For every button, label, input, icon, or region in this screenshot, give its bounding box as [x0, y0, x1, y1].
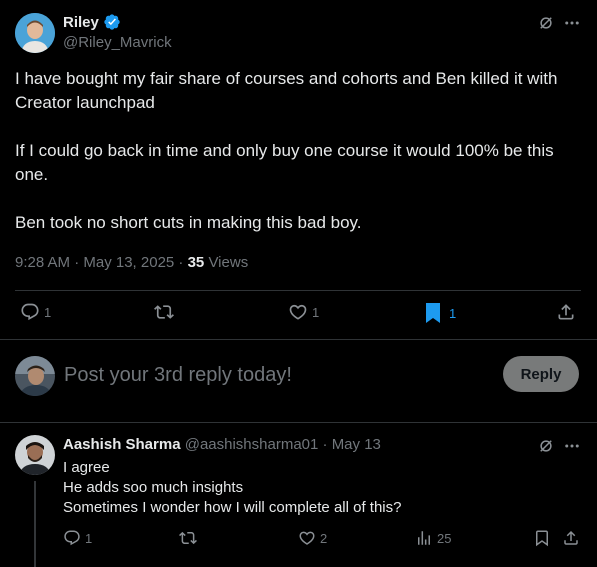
reply-reply-action[interactable]: 1 [63, 529, 92, 547]
repost-icon [179, 529, 197, 547]
grok-icon[interactable] [537, 14, 555, 32]
reply-repost-action[interactable] [179, 529, 197, 547]
reply-like-action[interactable]: 2 [298, 529, 327, 547]
reply-composer: Reply [0, 340, 597, 422]
repost-icon [154, 302, 174, 322]
reply-date[interactable]: · May 13 [318, 436, 381, 453]
share-icon [562, 529, 580, 547]
share-icon [556, 302, 576, 322]
post-timestamp[interactable]: 9:28 AM · May 13, 2025 · [15, 254, 188, 271]
reply-button-label: Reply [520, 365, 562, 383]
user-avatar[interactable] [15, 356, 55, 396]
bookmark-icon [423, 302, 443, 324]
heart-icon [288, 302, 308, 322]
reply-count: 1 [44, 304, 52, 320]
post-line: one. [15, 165, 49, 184]
divider [15, 290, 581, 291]
heart-icon [298, 529, 316, 547]
reply-line: He adds soo much insights [63, 479, 244, 496]
post-line: I have bought my fair share of courses a… [15, 69, 558, 88]
reply-author-avatar[interactable] [15, 435, 55, 475]
like-count: 1 [312, 304, 320, 320]
reply-views-action[interactable]: 25 [415, 529, 451, 547]
post-line: Ben took no short cuts in making this ba… [15, 213, 362, 232]
author-avatar[interactable] [15, 13, 55, 53]
post-meta: 9:28 AM · May 13, 2025 · 35 Views [15, 254, 248, 271]
reply-line: Sometimes I wonder how I will complete a… [63, 499, 402, 516]
grok-icon[interactable] [537, 437, 555, 455]
post: Riley @Riley_Mavrick I have bought my fa… [0, 0, 597, 340]
post-line: Creator launchpad [15, 93, 155, 112]
reply-reply-count: 1 [85, 530, 93, 546]
author-handle[interactable]: @Riley_Mavrick [63, 34, 172, 51]
thread-line [34, 481, 36, 567]
reply-bookmark-action[interactable] [533, 529, 551, 547]
reply-input[interactable] [64, 360, 484, 390]
more-icon[interactable] [563, 14, 581, 32]
reply-like-count: 2 [320, 530, 328, 546]
reply-views-count: 25 [437, 530, 452, 546]
reply-post: Aashish Sharma @aashishsharma01 · May 13… [0, 423, 597, 567]
post-body: I have bought my fair share of courses a… [15, 67, 585, 235]
verified-badge-icon [103, 13, 121, 31]
like-action[interactable]: 1 [288, 302, 319, 322]
reply-line: I agree [63, 459, 110, 476]
views-count: 35 [187, 254, 205, 271]
views-icon [415, 529, 433, 547]
bookmark-action[interactable]: 1 [423, 302, 456, 324]
author-name[interactable]: Riley [63, 14, 99, 31]
reply-share-action[interactable] [562, 529, 580, 547]
reply-body: I agree He adds soo much insights Someti… [63, 458, 563, 518]
post-line: If I could go back in time and only buy … [15, 141, 554, 160]
share-action[interactable] [556, 302, 576, 322]
reply-author-handle[interactable]: @aashishsharma01 [185, 436, 319, 453]
views-label: Views [204, 254, 249, 271]
repost-action[interactable] [154, 302, 174, 322]
reply-icon [20, 302, 40, 322]
reply-action[interactable]: 1 [20, 302, 51, 322]
reply-author-name[interactable]: Aashish Sharma [63, 436, 181, 453]
more-icon[interactable] [563, 437, 581, 455]
reply-button[interactable]: Reply [503, 356, 579, 392]
bookmark-icon [533, 529, 551, 547]
reply-icon [63, 529, 81, 547]
bookmark-count: 1 [449, 305, 457, 321]
